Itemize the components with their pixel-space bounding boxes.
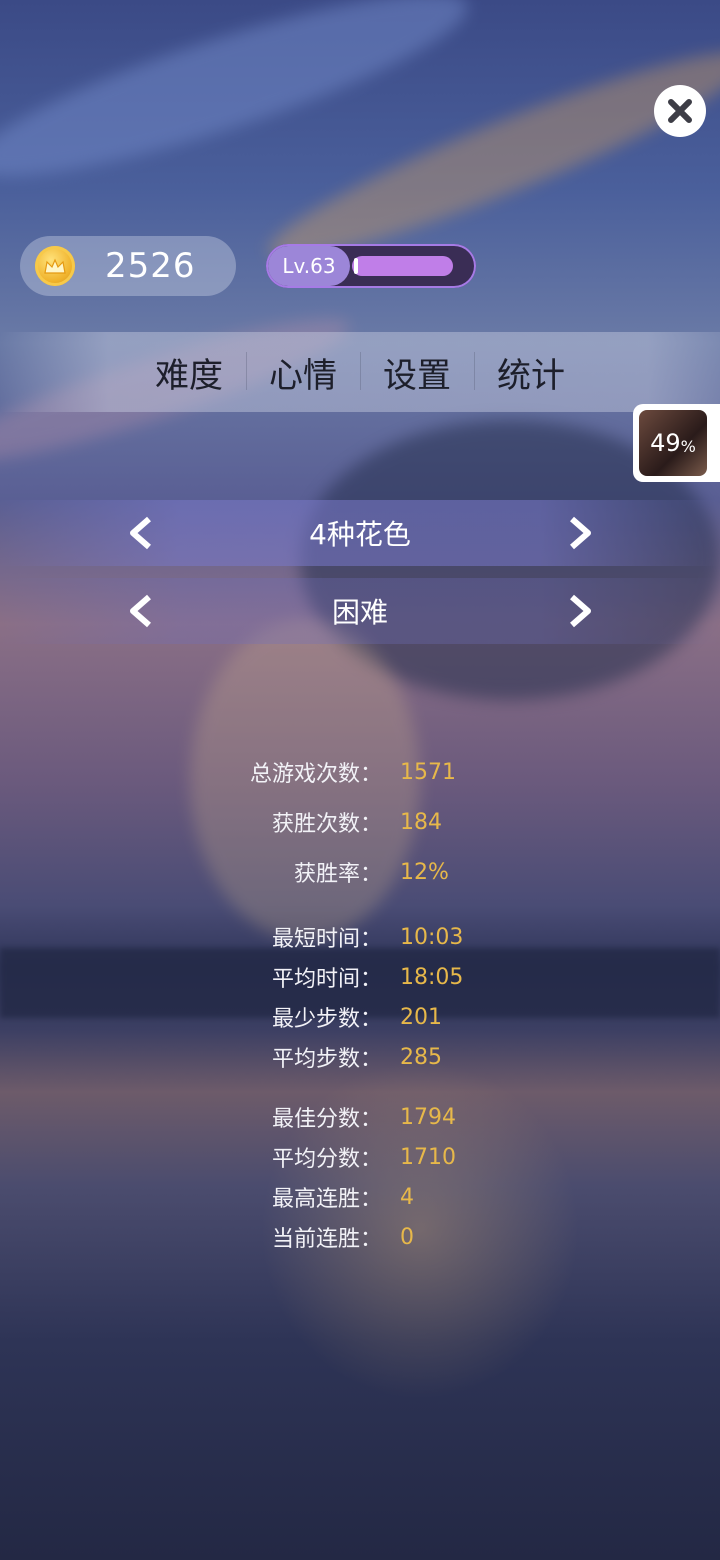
chevron-right-icon[interactable] [566,594,596,628]
stat-label: 平均分数： [271,1147,382,1172]
stat-row: 当前连胜： 0 [0,1217,720,1257]
stat-label: 总游戏次数： [249,762,382,787]
thumbnail-image: 49% [639,410,707,476]
suit-selector: 4种花色 [0,500,720,566]
difficulty-selector: 困难 [0,578,720,644]
close-button[interactable] [654,85,706,137]
stat-label: 获胜率： [293,862,382,887]
stat-label: 最少步数： [271,1007,382,1032]
stat-value: 0 [400,1224,414,1250]
level-progress-fill [352,256,453,276]
suit-selector-value: 4种花色 [309,518,411,551]
stat-value: 201 [400,1004,442,1030]
tab-settings[interactable]: 设置 [360,348,474,397]
tab-difficulty[interactable]: 难度 [132,348,246,397]
stat-value: 1571 [400,759,456,785]
stat-label: 最短时间： [271,927,382,952]
chevron-right-icon[interactable] [566,516,596,550]
coin-count: 2526 [105,246,196,286]
stat-label: 最高连胜： [271,1187,382,1212]
side-thumbnail-button[interactable]: 49% [633,404,720,482]
stat-row: 平均步数： 285 [0,1037,720,1077]
difficulty-selector-value: 困难 [331,596,388,629]
chevron-left-icon[interactable] [125,594,155,628]
stat-label: 最佳分数： [271,1107,382,1132]
level-progress-marker [354,258,358,274]
stat-label: 获胜次数： [271,812,382,837]
close-icon [668,99,692,123]
level-progress-bar: Lv.63 [266,244,476,288]
stat-value: 1794 [400,1104,456,1130]
stat-value: 4 [400,1184,414,1210]
stat-row: 平均时间： 18:05 [0,957,720,997]
crown-coin-icon [35,246,75,286]
stat-value: 10:03 [400,924,464,950]
stat-value: 184 [400,809,442,835]
coin-balance: 2526 [20,236,236,296]
stat-row: 总游戏次数： 1571 [0,752,720,792]
chevron-left-icon[interactable] [125,516,155,550]
stat-value: 12% [400,859,449,885]
stat-row: 获胜率： 12% [0,852,720,892]
stat-value: 1710 [400,1144,456,1170]
stat-row: 最高连胜： 4 [0,1177,720,1217]
level-badge: Lv.63 [268,246,350,286]
tab-statistics[interactable]: 统计 [474,348,588,397]
stat-label: 当前连胜： [271,1227,382,1252]
thumbnail-percent-sign: % [680,436,696,456]
stat-row: 最佳分数： 1794 [0,1097,720,1137]
stat-value: 285 [400,1044,442,1070]
tab-bar: 难度 心情 设置 统计 [0,332,720,412]
stat-value: 18:05 [400,964,464,990]
stat-label: 平均步数： [271,1047,382,1072]
stat-row: 最短时间： 10:03 [0,917,720,957]
stat-label: 平均时间： [271,967,382,992]
stat-row: 平均分数： 1710 [0,1137,720,1177]
stat-row: 最少步数： 201 [0,997,720,1037]
tab-mood[interactable]: 心情 [246,348,360,397]
thumbnail-percent: 49 [650,429,681,457]
stat-row: 获胜次数： 184 [0,802,720,842]
